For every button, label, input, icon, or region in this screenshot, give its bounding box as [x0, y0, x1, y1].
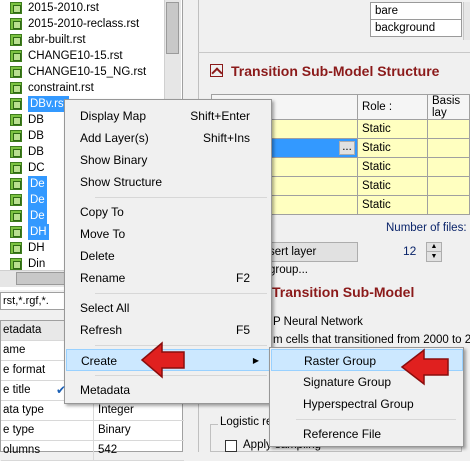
menu-separator	[296, 419, 456, 420]
raster-file-icon	[10, 194, 22, 206]
raster-file-icon	[10, 146, 22, 158]
raster-file-icon	[10, 242, 22, 254]
sample-description: m cells that transitioned from 2000 to 2…	[273, 334, 470, 346]
property-row: olumns 542	[1, 441, 184, 461]
raster-file-icon	[10, 130, 22, 142]
legend-item: background	[370, 19, 462, 37]
raster-file-icon	[10, 50, 22, 62]
files-spinner[interactable]: ▲ ▼	[426, 242, 442, 262]
apply-sampling-checkbox[interactable]	[225, 440, 237, 452]
menu-item-rename[interactable]: Rename F2	[66, 267, 270, 289]
legend-scrollbar[interactable]	[463, 2, 470, 40]
raster-file-icon	[10, 2, 22, 14]
menu-separator	[95, 293, 267, 294]
grid-cell-role[interactable]: Static	[357, 176, 428, 196]
grid-cell-role[interactable]: Static	[357, 157, 428, 177]
raster-file-icon	[10, 162, 22, 174]
checkmark-icon: ✔	[56, 383, 67, 397]
menu-separator	[95, 197, 267, 198]
tree-vertical-scroll-thumb[interactable]	[166, 2, 179, 54]
red-arrow-icon	[140, 341, 185, 379]
property-row: ata type Integer	[1, 401, 184, 421]
menu-item-display-map[interactable]: Display Map Shift+Enter	[66, 105, 270, 127]
raster-file-icon	[10, 210, 22, 222]
grid-cell-role[interactable]: Static	[357, 195, 428, 215]
logistic-group-label: Logistic re	[218, 416, 275, 428]
menu-item-copy-to[interactable]: Copy To	[66, 201, 270, 223]
divider	[198, 52, 470, 53]
grid-cell-basis[interactable]	[427, 138, 470, 158]
legend-table: bare background	[370, 2, 462, 37]
grid-header-role: Role :	[357, 94, 428, 120]
raster-file-icon	[10, 258, 22, 270]
menu-item-show-structure[interactable]: Show Structure	[66, 171, 270, 193]
property-row: e type Binary	[1, 421, 184, 441]
submenu-item-hyperspectral-group[interactable]: Hyperspectral Group	[271, 393, 463, 415]
browse-button[interactable]: ...	[339, 141, 355, 155]
raster-file-icon	[10, 18, 22, 30]
section-header-structure[interactable]: Transition Sub-Model Structure	[210, 63, 439, 79]
grid-cell-basis[interactable]	[427, 119, 470, 139]
method-label: P Neural Network	[273, 316, 363, 328]
red-arrow-icon	[400, 348, 449, 386]
section-header-transition-submodel[interactable]: Transition Sub-Model	[272, 284, 414, 300]
spin-up-icon[interactable]: ▲	[427, 243, 441, 252]
raster-file-icon	[10, 34, 22, 46]
menu-item-select-all[interactable]: Select All	[66, 297, 270, 319]
menu-item-show-binary[interactable]: Show Binary	[66, 149, 270, 171]
number-of-files-label: Number of files:	[386, 222, 467, 234]
insert-layer-group-button[interactable]: sert layer group...	[266, 242, 358, 276]
grid-cell-role[interactable]: Static	[357, 119, 428, 139]
raster-file-icon	[10, 178, 22, 190]
submenu-arrow-icon: ▶	[252, 356, 259, 365]
grid-header-basis: Basis lay	[427, 94, 470, 120]
menu-item-add-layers[interactable]: Add Layer(s) Shift+Ins	[66, 127, 270, 149]
menu-item-delete[interactable]: Delete	[66, 245, 270, 267]
menu-item-refresh[interactable]: Refresh F5	[66, 319, 270, 341]
menu-item-metadata[interactable]: ✔ Metadata	[56, 379, 270, 401]
collapse-icon[interactable]	[210, 64, 223, 77]
raster-file-icon	[10, 226, 22, 238]
grid-cell-role[interactable]: Static	[357, 138, 428, 158]
grid-cell-basis[interactable]	[427, 176, 470, 196]
menu-item-move-to[interactable]: Move To	[66, 223, 270, 245]
spin-down-icon[interactable]: ▼	[427, 252, 441, 261]
raster-file-icon	[10, 66, 22, 78]
raster-file-icon	[10, 82, 22, 94]
raster-file-icon	[10, 98, 22, 110]
raster-file-icon	[10, 114, 22, 126]
submenu-item-reference-file[interactable]: Reference File	[271, 423, 463, 445]
legend-item: bare	[370, 2, 462, 20]
grid-cell-basis[interactable]	[427, 195, 470, 215]
grid-cell-basis[interactable]	[427, 157, 470, 177]
number-of-files-value: 12	[403, 244, 417, 258]
